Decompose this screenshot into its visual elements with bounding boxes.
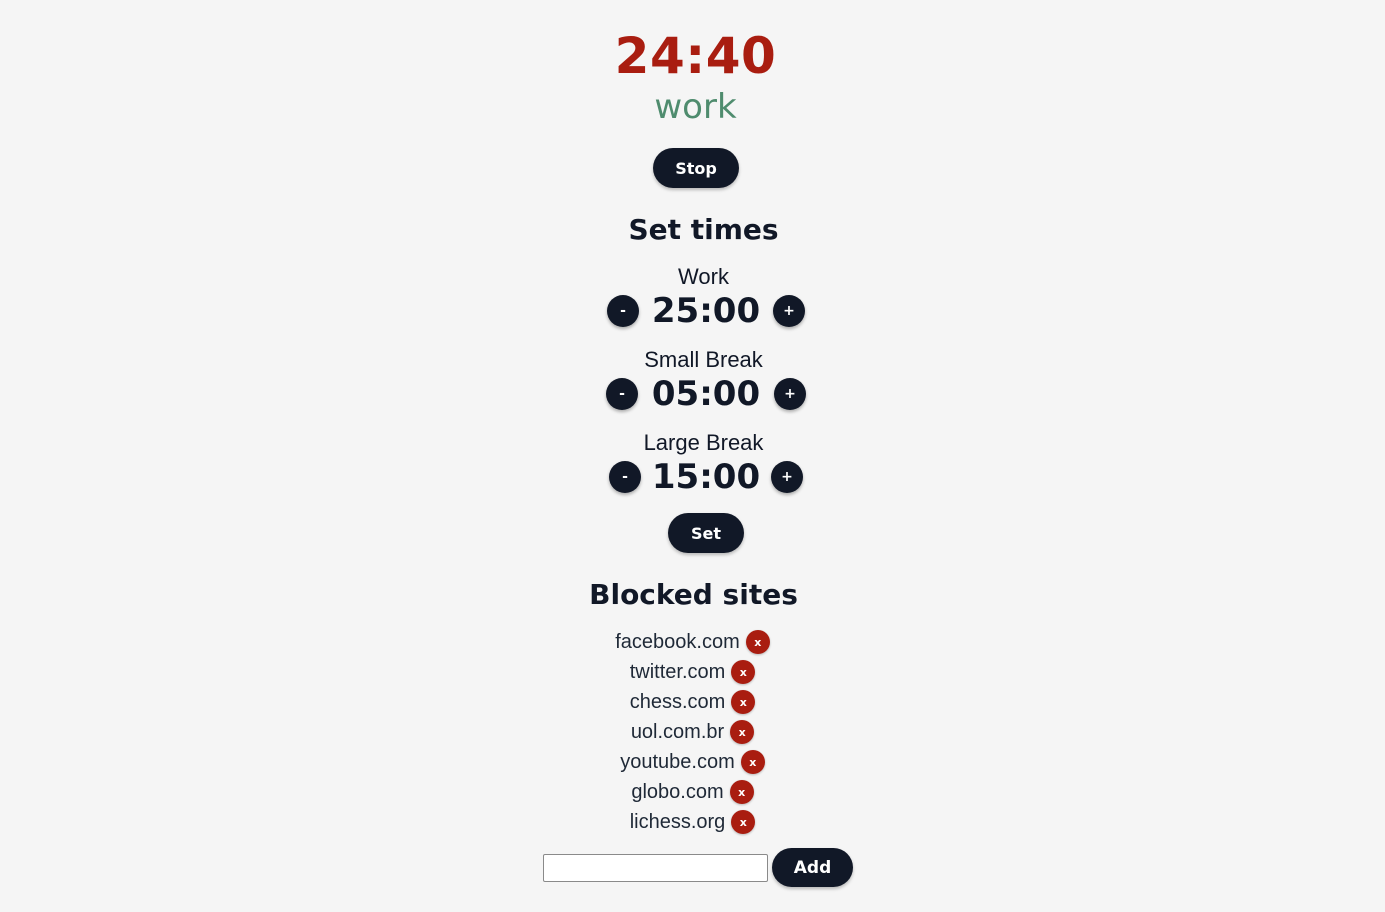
list-item: twitter.com x	[0, 657, 1385, 687]
small-break-time-value: 05:00	[651, 374, 761, 414]
timer-display: 24:40	[614, 27, 777, 85]
remove-site-button[interactable]: x	[729, 780, 754, 804]
stop-button[interactable]: Stop	[653, 148, 739, 188]
small-break-increment-button[interactable]: +	[774, 378, 806, 410]
small-break-time-label: Small Break	[644, 347, 763, 372]
site-name: globo.com	[631, 781, 724, 803]
work-decrement-button[interactable]: -	[607, 295, 639, 327]
remove-site-button[interactable]: x	[731, 660, 756, 684]
site-name: lichess.org	[629, 811, 726, 833]
remove-site-button[interactable]: x	[740, 750, 765, 774]
set-times-heading: Set times	[628, 213, 779, 246]
large-break-time-label: Large Break	[643, 430, 764, 455]
remove-site-button[interactable]: x	[745, 630, 770, 654]
remove-site-button[interactable]: x	[731, 690, 756, 714]
work-time-label: Work	[678, 264, 729, 289]
add-site-button[interactable]: Add	[772, 848, 853, 887]
site-name: twitter.com	[629, 661, 726, 683]
large-break-increment-button[interactable]: +	[771, 461, 803, 493]
blocked-sites-list: facebook.com x twitter.com x chess.com x…	[0, 627, 1385, 837]
large-break-time-value: 15:00	[651, 457, 761, 497]
timer-mode-label: work	[654, 87, 737, 127]
list-item: chess.com x	[0, 687, 1385, 717]
work-time-value: 25:00	[651, 291, 761, 331]
work-increment-button[interactable]: +	[773, 295, 805, 327]
list-item: uol.com.br x	[0, 717, 1385, 747]
list-item: globo.com x	[0, 777, 1385, 807]
site-name: chess.com	[629, 691, 726, 713]
blocked-sites-heading: Blocked sites	[589, 578, 798, 611]
site-name: facebook.com	[615, 631, 740, 653]
list-item: youtube.com x	[0, 747, 1385, 777]
site-url-input[interactable]	[543, 854, 768, 882]
site-name: uol.com.br	[630, 721, 725, 743]
list-item: lichess.org x	[0, 807, 1385, 837]
pomodoro-page: 24:40 work Stop Set times Work - 25:00 +…	[0, 0, 1385, 912]
site-name: youtube.com	[620, 751, 735, 773]
remove-site-button[interactable]: x	[730, 720, 755, 744]
set-button[interactable]: Set	[668, 513, 744, 553]
remove-site-button[interactable]: x	[731, 810, 756, 834]
list-item: facebook.com x	[0, 627, 1385, 657]
small-break-decrement-button[interactable]: -	[606, 378, 638, 410]
